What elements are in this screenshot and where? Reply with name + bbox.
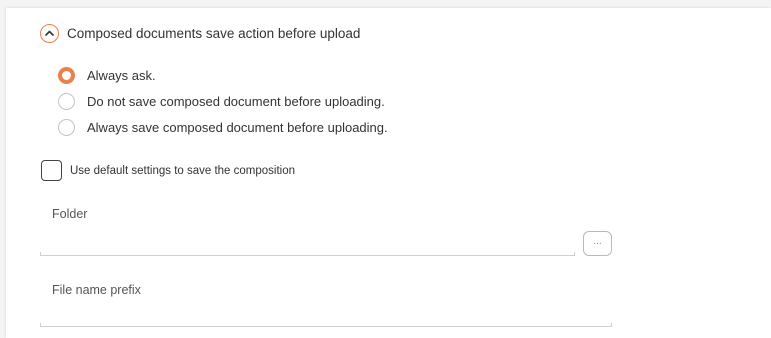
default-settings-option[interactable]: Use default settings to save the composi…: [41, 160, 295, 181]
radio-do-not-save[interactable]: Do not save composed document before upl…: [58, 91, 385, 111]
folder-input[interactable]: [40, 239, 575, 256]
checkbox-label: Use default settings to save the composi…: [70, 164, 296, 177]
folder-label: Folder: [52, 207, 88, 221]
file-name-prefix-label: File name prefix: [52, 283, 141, 297]
radio-label: Do not save composed document before upl…: [87, 93, 385, 109]
input-underline-tick: [40, 252, 41, 256]
input-underline-tick: [574, 252, 575, 256]
input-underline-tick: [40, 323, 41, 327]
radio-always-ask[interactable]: Always ask.: [58, 65, 156, 85]
section-header[interactable]: Composed documents save action before up…: [40, 22, 360, 44]
input-underline-tick: [611, 323, 612, 327]
radio-button[interactable]: [58, 92, 75, 110]
radio-button[interactable]: [58, 118, 75, 136]
chevron-up-icon[interactable]: [40, 23, 59, 43]
radio-button-checked[interactable]: [58, 66, 75, 84]
radio-label: Always ask.: [87, 67, 156, 83]
file-name-prefix-input[interactable]: [40, 310, 612, 327]
section-title: Composed documents save action before up…: [67, 25, 361, 41]
browse-folder-button[interactable]: ...: [583, 231, 612, 256]
radio-always-save[interactable]: Always save composed document before upl…: [58, 117, 388, 137]
default-settings-checkbox[interactable]: [41, 160, 62, 181]
radio-label: Always save composed document before upl…: [87, 119, 388, 135]
